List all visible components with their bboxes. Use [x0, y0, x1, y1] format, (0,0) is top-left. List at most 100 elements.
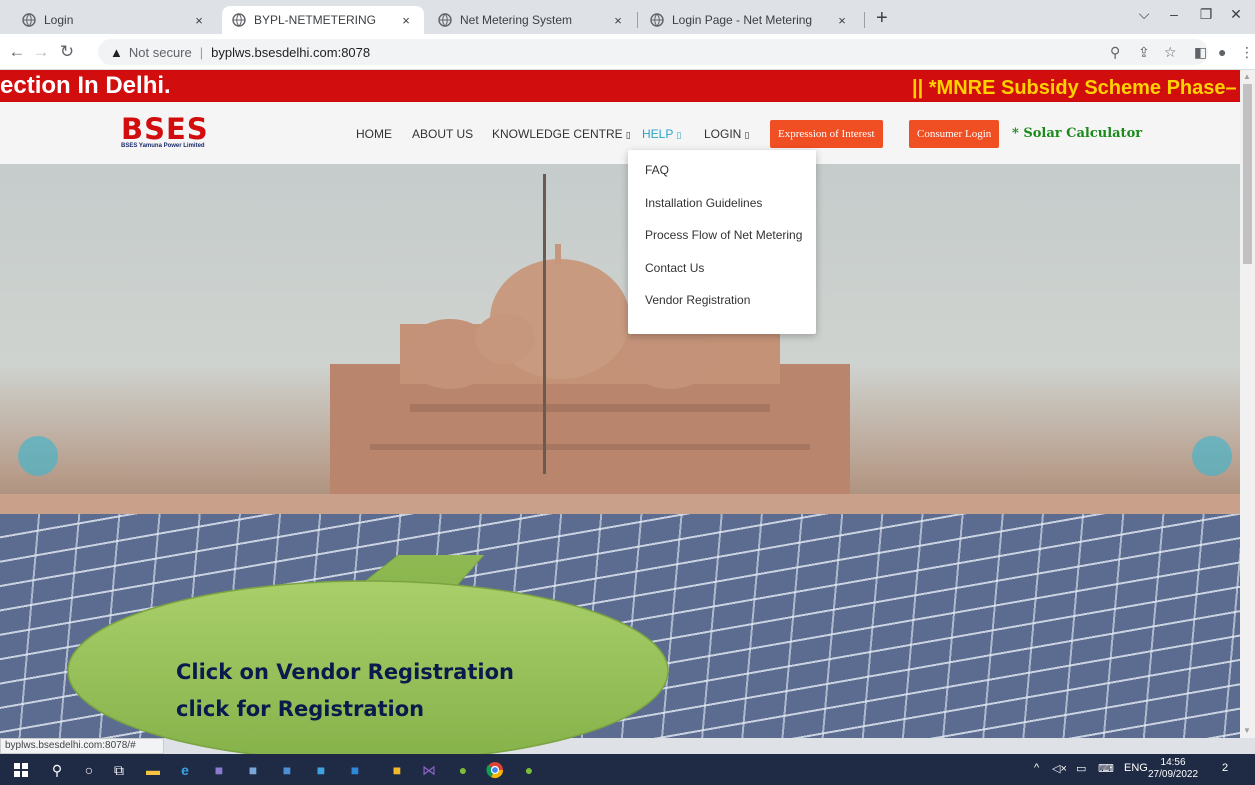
nav-label: HELP	[642, 127, 674, 141]
app-icon[interactable]: ■	[278, 761, 296, 779]
app-icon[interactable]: ■	[244, 761, 262, 779]
close-icon[interactable]: ×	[834, 13, 850, 28]
new-tab-button[interactable]: +	[876, 8, 888, 28]
announcement-marquee: ection In Delhi. || *MNRE Subsidy Scheme…	[0, 70, 1240, 102]
nav-label: KNOWLEDGE CENTRE	[492, 127, 623, 141]
tab-title: BYPL-NETMETERING	[254, 13, 377, 27]
nav-help[interactable]: HELP ▯	[642, 127, 681, 141]
visual-studio-icon[interactable]: ⋈	[420, 761, 438, 779]
tab-search-icon[interactable]: ⌵	[1130, 6, 1158, 23]
expression-of-interest-button[interactable]: Expression of Interest	[770, 120, 883, 148]
edge-icon[interactable]: e	[176, 761, 194, 779]
task-view-icon[interactable]: ⧉	[110, 761, 128, 779]
tray-chevron-icon[interactable]: ^	[1034, 762, 1039, 774]
tab-net-metering-system[interactable]: Net Metering System ×	[428, 6, 636, 34]
profile-avatar-icon[interactable]: ●	[1218, 44, 1226, 60]
callout-line-2: click for Registration	[176, 697, 425, 721]
tab-separator	[637, 12, 638, 28]
nav-about-us[interactable]: ABOUT US	[412, 127, 473, 141]
share-icon[interactable]: ⇪	[1138, 44, 1150, 61]
menu-item-process-flow[interactable]: Process Flow of Net Metering	[628, 219, 816, 252]
caret-icon: ▯	[625, 130, 631, 140]
close-icon[interactable]: ×	[398, 13, 414, 28]
site-navbar: BSES BSES Yamuna Power Limited HOME ABOU…	[0, 102, 1240, 164]
help-dropdown-menu: FAQ Installation Guidelines Process Flow…	[628, 150, 816, 334]
language-indicator[interactable]: ENG	[1124, 762, 1148, 774]
carousel-next-button[interactable]	[1192, 436, 1232, 476]
app-icon[interactable]: ■	[210, 761, 228, 779]
restore-icon[interactable]: ❐	[1192, 6, 1220, 23]
app-icon[interactable]: ■	[312, 761, 330, 779]
tab-login[interactable]: Login ×	[12, 6, 217, 34]
logo-word: BSES	[121, 112, 209, 146]
notification-count: 2	[1222, 762, 1229, 774]
back-icon[interactable]: ←	[6, 42, 28, 62]
address-bar[interactable]: ▲ Not secure | byplws.bsesdelhi.com:8078	[98, 39, 1208, 65]
caret-icon: ▯	[676, 130, 682, 140]
menu-kebab-icon[interactable]: ⋮	[1240, 44, 1254, 61]
chrome-icon[interactable]	[486, 761, 504, 779]
consumer-login-button[interactable]: Consumer Login	[909, 120, 1000, 148]
globe-icon	[22, 13, 36, 27]
windows-taskbar: ⚲ ○ ⧉ ▬ e ■ ■ ■ ■ ■ ■ ⋈ ● ● ^ ◁× ▭ ⌨ ENG…	[0, 754, 1255, 785]
menu-item-faq[interactable]: FAQ	[628, 154, 816, 187]
clock[interactable]: 14:56 27/09/2022	[1148, 757, 1198, 781]
flag-mast	[543, 174, 546, 474]
reload-icon[interactable]: ↻	[56, 42, 78, 62]
app-icon[interactable]: ●	[454, 761, 472, 779]
bookmark-star-icon[interactable]: ☆	[1164, 44, 1177, 61]
status-bar-url: byplws.bsesdelhi.com:8078/#	[0, 738, 164, 754]
clock-date: 27/09/2022	[1148, 769, 1199, 780]
carousel-prev-button[interactable]	[18, 436, 58, 476]
browser-toolbar: ← → ↻ ▲ Not secure | byplws.bsesdelhi.co…	[0, 34, 1255, 70]
page-scrollbar[interactable]: ▲ ▼	[1240, 70, 1255, 738]
scrollbar-thumb[interactable]	[1243, 84, 1252, 264]
minimize-icon[interactable]: –	[1160, 6, 1188, 22]
tab-title: Login	[44, 13, 74, 27]
nav-login[interactable]: LOGIN ▯	[704, 127, 749, 141]
zoom-icon[interactable]: ⚲	[1110, 44, 1120, 61]
close-icon[interactable]: ×	[191, 13, 207, 28]
tab-bypl-netmetering[interactable]: BYPL-NETMETERING ×	[222, 6, 424, 34]
bses-logo[interactable]: BSES BSES Yamuna Power Limited	[121, 112, 231, 150]
marquee-text-left: ection In Delhi.	[0, 72, 171, 99]
app-icon[interactable]: ●	[520, 761, 538, 779]
menu-item-contact-us[interactable]: Contact Us	[628, 252, 816, 285]
tab-title: Net Metering System	[460, 13, 573, 27]
cortana-icon[interactable]: ○	[80, 761, 98, 779]
browser-tab-strip: Login × BYPL-NETMETERING × Net Metering …	[0, 0, 1255, 34]
globe-icon	[650, 13, 664, 27]
network-icon[interactable]: ▭	[1076, 762, 1086, 775]
forward-icon[interactable]: →	[30, 42, 52, 62]
close-icon[interactable]: ×	[610, 13, 626, 28]
windows-start-icon[interactable]	[12, 761, 30, 779]
nav-label: LOGIN	[704, 127, 742, 141]
volume-muted-icon[interactable]: ◁×	[1052, 762, 1067, 775]
callout-line-1: Click on Vendor Registration	[176, 660, 514, 684]
menu-item-vendor-registration[interactable]: Vendor Registration	[628, 284, 816, 317]
nav-home[interactable]: HOME	[356, 127, 392, 141]
search-icon[interactable]: ⚲	[48, 761, 66, 779]
sidepanel-icon[interactable]: ◧	[1194, 44, 1207, 61]
url-text: byplws.bsesdelhi.com:8078	[211, 44, 371, 60]
globe-icon	[438, 13, 452, 27]
keyboard-icon[interactable]: ⌨	[1098, 762, 1114, 775]
notification-icon[interactable]: 2	[1222, 762, 1228, 774]
nav-knowledge-centre[interactable]: KNOWLEDGE CENTRE ▯	[492, 127, 631, 141]
scroll-up-icon[interactable]: ▲	[1243, 72, 1251, 81]
nav-label: HOME	[356, 127, 392, 141]
scroll-down-icon[interactable]: ▼	[1243, 726, 1251, 735]
app-icon[interactable]: ■	[346, 761, 364, 779]
solar-calculator-link[interactable]: * Solar Calculator	[1012, 126, 1142, 141]
file-explorer-icon[interactable]: ▬	[144, 761, 162, 779]
tab-separator	[864, 12, 865, 28]
warning-icon[interactable]: ▲	[110, 45, 123, 60]
app-icon[interactable]: ■	[388, 761, 406, 779]
window-close-icon[interactable]: ✕	[1222, 6, 1250, 23]
menu-item-installation-guidelines[interactable]: Installation Guidelines	[628, 187, 816, 220]
security-label: Not secure	[128, 44, 192, 60]
globe-icon	[232, 13, 246, 27]
logo-subtitle: BSES Yamuna Power Limited	[121, 143, 205, 149]
nav-label: ABOUT US	[412, 127, 474, 141]
tab-login-page-net-metering[interactable]: Login Page - Net Metering ×	[640, 6, 860, 34]
